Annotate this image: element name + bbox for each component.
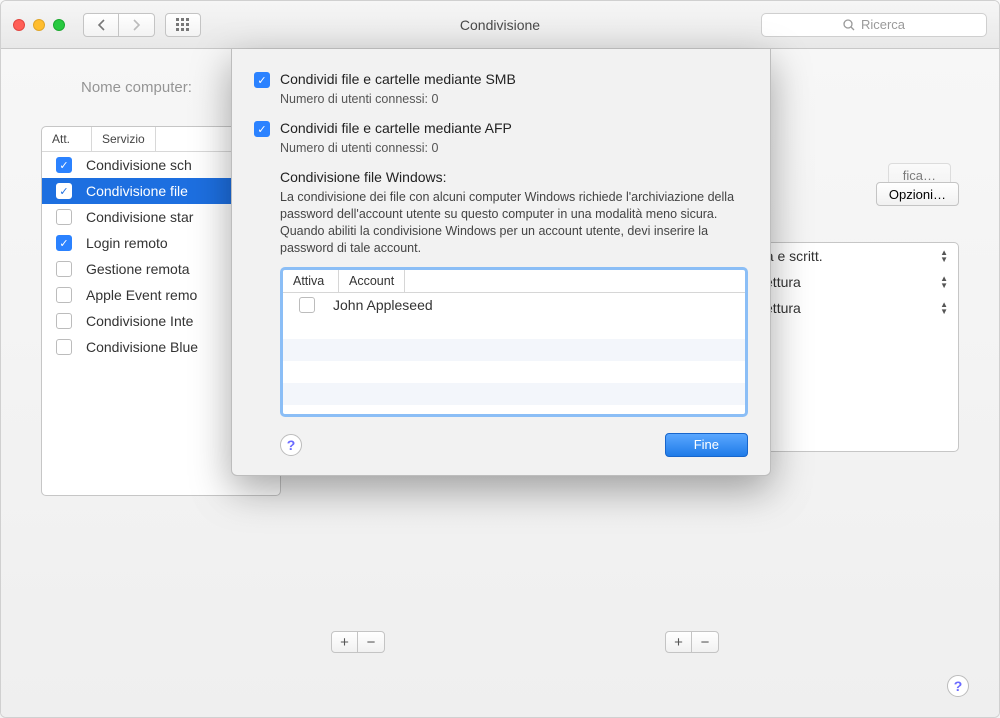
service-checkbox[interactable]: [56, 287, 72, 303]
search-placeholder: Ricerca: [861, 17, 905, 32]
sheet-help-button[interactable]: ?: [280, 434, 302, 456]
smb-checkbox[interactable]: ✓: [254, 72, 270, 88]
folders-add-remove: + −: [331, 631, 385, 653]
accounts-header-on: Attiva: [283, 270, 339, 292]
computer-name-label: Nome computer:: [81, 79, 192, 96]
window-controls: [13, 19, 65, 31]
show-all-button[interactable]: [165, 13, 201, 37]
service-checkbox[interactable]: ✓: [56, 157, 72, 173]
service-checkbox[interactable]: [56, 313, 72, 329]
permission-stepper-icon[interactable]: ▲▼: [940, 275, 948, 289]
accounts-table: Attiva Account John Appleseed: [280, 267, 748, 417]
service-checkbox[interactable]: [56, 209, 72, 225]
search-field[interactable]: Ricerca: [761, 13, 987, 37]
account-row[interactable]: John Appleseed: [283, 293, 745, 317]
service-checkbox[interactable]: [56, 339, 72, 355]
service-label: Gestione remota: [86, 261, 190, 277]
add-folder-button[interactable]: +: [332, 632, 358, 652]
permission-stepper-icon[interactable]: ▲▼: [940, 249, 948, 263]
service-label: Condivisione sch: [86, 157, 192, 173]
windows-sharing-heading: Condivisione file Windows:: [280, 169, 748, 185]
permission-stepper-icon[interactable]: ▲▼: [940, 301, 948, 315]
remove-user-button[interactable]: −: [692, 632, 718, 652]
zoom-window-button[interactable]: [53, 19, 65, 31]
service-label: Condivisione star: [86, 209, 193, 225]
nav-buttons: [83, 13, 155, 37]
services-header-on: Att.: [42, 127, 92, 151]
service-checkbox[interactable]: ✓: [56, 183, 72, 199]
service-label: Condivisione file: [86, 183, 188, 199]
users-add-remove: + −: [665, 631, 719, 653]
afp-checkbox[interactable]: ✓: [254, 121, 270, 137]
add-remove-row: + − + −: [331, 631, 719, 653]
options-sheet: ✓ Condividi file e cartelle mediante SMB…: [231, 49, 771, 476]
smb-connected-text: Numero di utenti connessi: 0: [280, 92, 748, 106]
search-icon: [843, 19, 855, 31]
back-button[interactable]: [83, 13, 119, 37]
accounts-header: Attiva Account: [283, 270, 745, 293]
service-checkbox[interactable]: [56, 261, 72, 277]
services-header-service: Servizio: [92, 127, 156, 151]
accounts-header-account: Account: [339, 270, 405, 292]
afp-label: Condividi file e cartelle mediante AFP: [280, 120, 512, 136]
remove-folder-button[interactable]: −: [358, 632, 384, 652]
add-user-button[interactable]: +: [666, 632, 692, 652]
service-label: Condivisione Inte: [86, 313, 193, 329]
service-label: Apple Event remo: [86, 287, 197, 303]
options-button[interactable]: Opzioni…: [876, 182, 959, 206]
service-label: Condivisione Blue: [86, 339, 198, 355]
minimize-window-button[interactable]: [33, 19, 45, 31]
account-checkbox[interactable]: [299, 297, 315, 313]
close-window-button[interactable]: [13, 19, 25, 31]
forward-button[interactable]: [119, 13, 155, 37]
afp-connected-text: Numero di utenti connessi: 0: [280, 141, 748, 155]
help-button[interactable]: ?: [947, 675, 969, 697]
preferences-window: Condivisione Ricerca Nome computer: fica…: [0, 0, 1000, 718]
windows-sharing-desc: La condivisione dei file con alcuni comp…: [280, 189, 748, 257]
service-label: Login remoto: [86, 235, 168, 251]
account-name: John Appleseed: [333, 297, 433, 313]
service-checkbox[interactable]: ✓: [56, 235, 72, 251]
titlebar: Condivisione Ricerca: [1, 1, 999, 49]
done-button[interactable]: Fine: [665, 433, 748, 457]
smb-label: Condividi file e cartelle mediante SMB: [280, 71, 516, 87]
